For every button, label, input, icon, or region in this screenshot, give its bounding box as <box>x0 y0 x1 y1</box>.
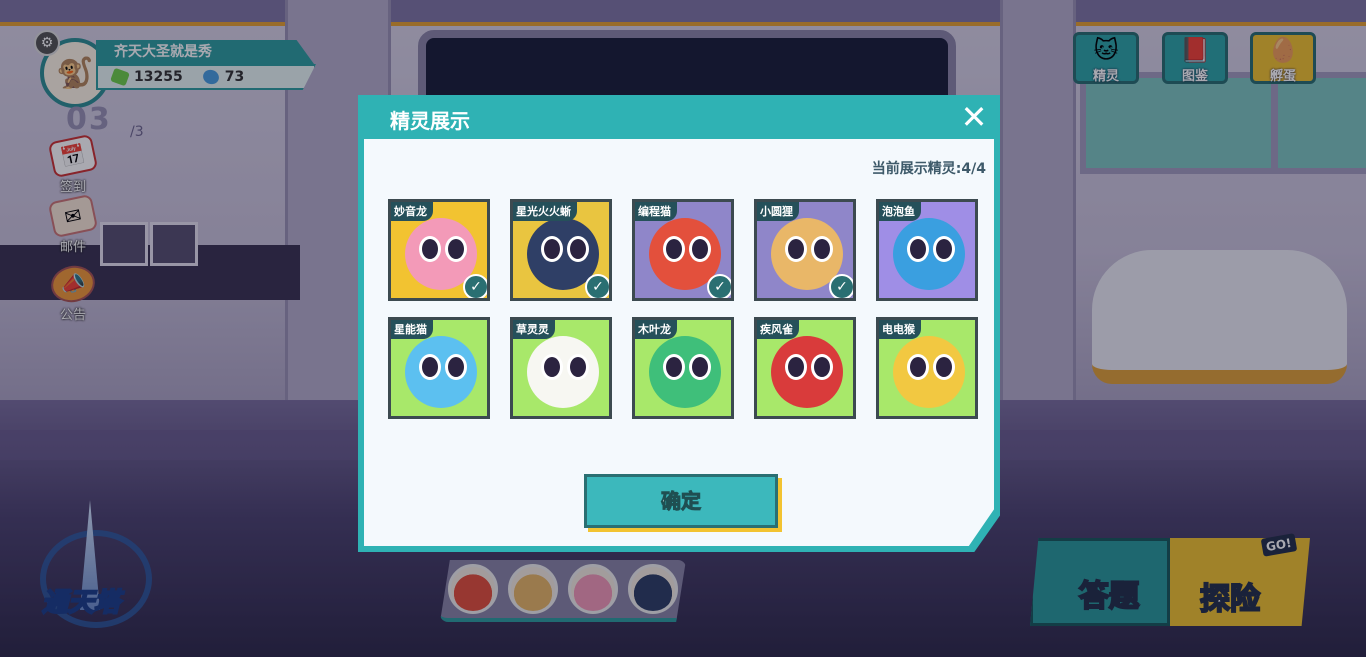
sprite-eye <box>663 354 685 380</box>
check-icon: ✓ <box>463 274 487 298</box>
sprite-card[interactable]: 疾风雀 <box>754 317 856 419</box>
sprite-portrait <box>771 336 843 408</box>
check-icon: ✓ <box>707 274 731 298</box>
sprite-eye <box>907 354 929 380</box>
sprite-portrait <box>405 336 477 408</box>
sprite-card[interactable]: 电电猴 <box>876 317 978 419</box>
sprite-grid: 妙音龙 ✓ 星光火火蜥 ✓ 编程猫 ✓ 小圆狸 ✓ 泡泡鱼星能猫 草灵灵 木叶龙 疾风雀 电电猴 <box>388 199 978 419</box>
sprite-eye <box>419 354 441 380</box>
sprite-eye <box>567 236 589 262</box>
check-icon: ✓ <box>585 274 609 298</box>
sprite-eye <box>811 236 833 262</box>
sprite-portrait <box>527 336 599 408</box>
sprite-card[interactable]: 草灵灵 <box>510 317 612 419</box>
sprite-name: 泡泡鱼 <box>879 202 921 221</box>
sprite-portrait <box>893 336 965 408</box>
sprite-card[interactable]: 妙音龙 ✓ <box>388 199 490 301</box>
check-icon: ✓ <box>829 274 853 298</box>
sprite-name: 草灵灵 <box>513 320 555 339</box>
sprite-name: 星光火火蜥 <box>513 202 577 221</box>
sprite-name: 疾风雀 <box>757 320 799 339</box>
sprite-eye <box>567 354 589 380</box>
display-count: 当前展示精灵:4/4 <box>871 161 986 177</box>
sprite-eye <box>541 354 563 380</box>
sprite-card[interactable]: 编程猫 ✓ <box>632 199 734 301</box>
sprite-eye <box>419 236 441 262</box>
sprite-card[interactable]: 小圆狸 ✓ <box>754 199 856 301</box>
sprite-name: 星能猫 <box>391 320 433 339</box>
sprite-eye <box>785 236 807 262</box>
sprite-eye <box>663 236 685 262</box>
sprite-card[interactable]: 泡泡鱼 <box>876 199 978 301</box>
sprite-display-dialog: 精灵展示 ✕ 当前展示精灵:4/4 妙音龙 ✓ 星光火火蜥 ✓ 编程猫 ✓ 小圆狸 ✓ 泡泡鱼星… <box>358 95 1000 552</box>
sprite-card[interactable]: 木叶龙 <box>632 317 734 419</box>
sprite-eye <box>785 354 807 380</box>
sprite-card[interactable]: 星能猫 <box>388 317 490 419</box>
sprite-portrait <box>649 336 721 408</box>
sprite-eye <box>689 354 711 380</box>
sprite-eye <box>933 354 955 380</box>
close-icon[interactable]: ✕ <box>958 101 990 133</box>
sprite-eye <box>445 236 467 262</box>
sprite-card[interactable]: 星光火火蜥 ✓ <box>510 199 612 301</box>
sprite-name: 小圆狸 <box>757 202 799 221</box>
sprite-eye <box>689 236 711 262</box>
dialog-title: 精灵展示 <box>390 109 470 133</box>
sprite-portrait <box>893 218 965 290</box>
sprite-eye <box>445 354 467 380</box>
sprite-eye <box>933 236 955 262</box>
sprite-eye <box>811 354 833 380</box>
sprite-eye <box>541 236 563 262</box>
sprite-name: 编程猫 <box>635 202 677 221</box>
sprite-name: 木叶龙 <box>635 320 677 339</box>
sprite-eye <box>907 236 929 262</box>
sprite-name: 电电猴 <box>879 320 921 339</box>
confirm-button[interactable]: 确定 <box>584 474 778 528</box>
sprite-name: 妙音龙 <box>391 202 433 221</box>
